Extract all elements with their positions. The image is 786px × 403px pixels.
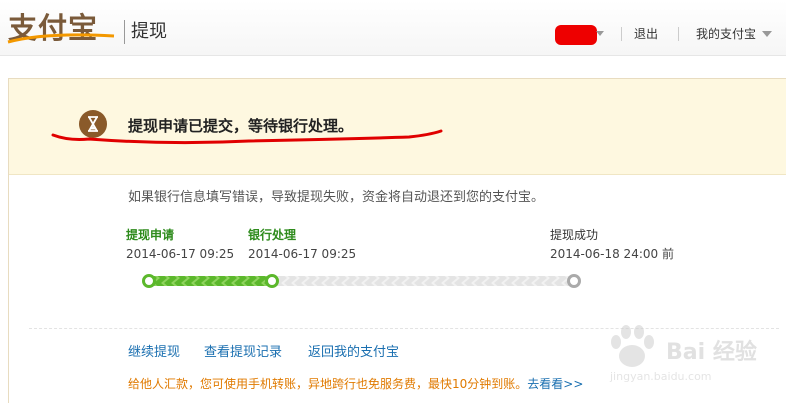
progress-track [142, 274, 581, 288]
step-time-apply: 2014-06-17 09:25 [126, 247, 235, 261]
promo-text: 给他人汇款，您可使用手机转账，异地跨行也免服务费，最快10分钟到账。去看看>> [128, 376, 583, 392]
logo-divider [124, 20, 125, 44]
step-time-bank: 2014-06-17 09:25 [248, 247, 357, 261]
step-label-success: 提现成功 [550, 228, 599, 242]
my-alipay-menu[interactable]: 我的支付宝 [696, 26, 756, 42]
back-to-my-alipay-link[interactable]: 返回我的支付宝 [308, 344, 399, 362]
watermark-url: jingyan.baidu.com [610, 370, 712, 383]
baidu-jingyan-watermark: Bai 经验 jingyan.baidu.com [600, 318, 780, 398]
top-header: 支付宝 提现 退出 我的支付宝 [0, 0, 786, 56]
paw-icon [611, 325, 654, 367]
continue-withdraw-link[interactable]: 继续提现 [128, 344, 180, 362]
alipay-logo[interactable]: 支付宝 [7, 8, 115, 48]
promo-see-more-link[interactable]: 去看看>> [527, 377, 583, 391]
header-separator [678, 27, 679, 41]
progress-pending-segment [272, 276, 574, 286]
step-label-apply: 提现申请 [126, 228, 175, 242]
promo-message: 给他人汇款，您可使用手机转账，异地跨行也免服务费，最快10分钟到账。 [128, 377, 528, 391]
step-label-bank: 银行处理 [248, 228, 297, 242]
red-underline-mark [51, 129, 443, 145]
redacted-username[interactable] [555, 25, 597, 45]
progress-done-segment [149, 276, 272, 286]
step-node-bank [265, 274, 279, 288]
chevron-down-icon[interactable] [762, 31, 772, 37]
page-title: 提现 [131, 21, 167, 42]
logo-swoosh-icon [7, 33, 115, 44]
chevron-down-icon[interactable] [596, 31, 604, 36]
view-withdraw-records-link[interactable]: 查看提现记录 [204, 344, 282, 362]
step-node-apply [142, 274, 156, 288]
watermark-text: Bai 经验 [666, 340, 757, 365]
status-banner: 提现申请已提交，等待银行处理。 [9, 79, 786, 175]
logout-link[interactable]: 退出 [634, 26, 658, 42]
step-node-success [567, 274, 581, 288]
step-time-success: 2014-06-18 24:00 前 [550, 247, 674, 261]
info-note: 如果银行信息填写错误，导致提现失败，资金将自动退还到您的支付宝。 [128, 190, 545, 205]
header-separator [621, 27, 622, 41]
